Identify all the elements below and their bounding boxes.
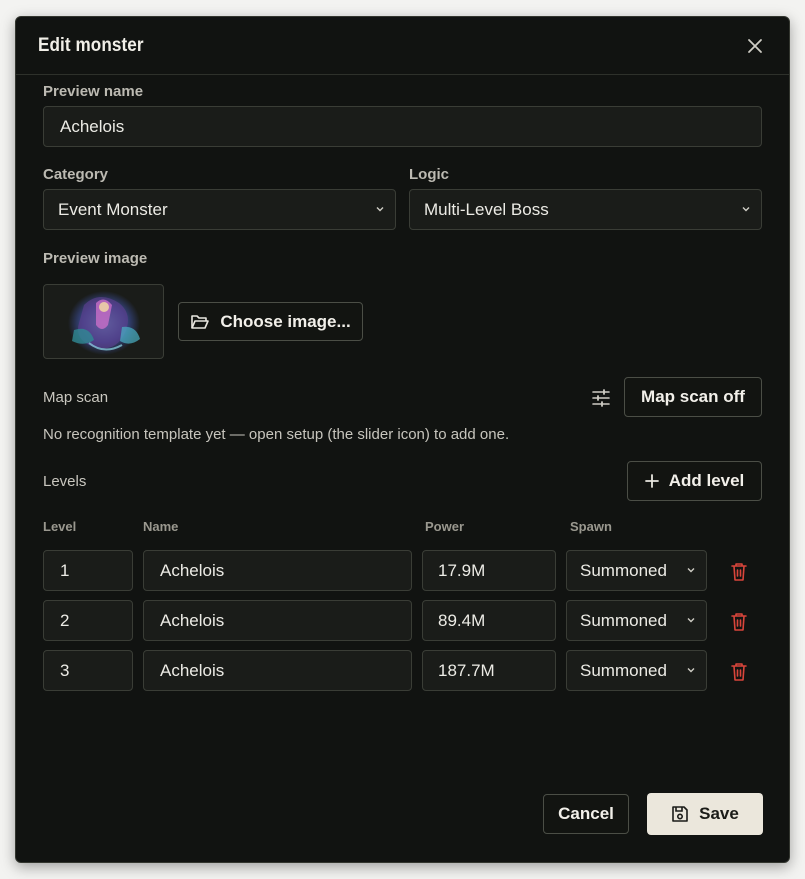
chevron-down-icon (742, 207, 750, 212)
delete-level-button[interactable] (729, 661, 749, 683)
save-label: Save (699, 804, 739, 823)
monster-image (68, 291, 140, 355)
level-power-input[interactable]: 17.9M (422, 550, 556, 591)
level-number-input[interactable]: 1 (43, 550, 133, 591)
chevron-down-icon (687, 668, 695, 673)
map-scan-label: Map scan (43, 389, 109, 406)
level-number-input[interactable]: 2 (43, 600, 133, 641)
preview-image-thumbnail (43, 284, 164, 359)
levels-label: Levels (43, 473, 87, 490)
folder-open-icon (191, 314, 210, 329)
category-label: Category (43, 166, 109, 183)
save-icon (672, 806, 688, 822)
chevron-down-icon (687, 618, 695, 623)
level-power-input[interactable]: 187.7M (422, 650, 556, 691)
level-name-input[interactable]: Achelois (143, 650, 412, 691)
category-select[interactable]: Event Monster (43, 189, 396, 230)
column-header-power: Power (425, 519, 465, 534)
add-level-label: Add level (668, 471, 745, 490)
column-header-spawn: Spawn (570, 519, 612, 534)
add-level-button[interactable]: Add level (627, 461, 762, 501)
map-scan-toggle-label: Map scan off (641, 387, 745, 406)
chevron-down-icon (687, 568, 695, 573)
preview-name-input[interactable]: Achelois (43, 106, 762, 147)
category-value: Event Monster (58, 199, 168, 219)
logic-value: Multi-Level Boss (424, 199, 549, 219)
level-power-input[interactable]: 89.4M (422, 600, 556, 641)
column-header-level: Level (43, 519, 77, 534)
close-button[interactable] (744, 35, 766, 57)
preview-image-label: Preview image (43, 250, 148, 267)
edit-monster-dialog: Edit monster Preview name Achelois Categ… (15, 16, 790, 863)
cancel-label: Cancel (558, 804, 614, 823)
cancel-button[interactable]: Cancel (543, 794, 629, 834)
map-scan-hint: No recognition template yet — open setup… (43, 426, 510, 443)
column-header-name: Name (143, 519, 179, 534)
preview-name-label: Preview name (43, 83, 144, 100)
chevron-down-icon (376, 207, 384, 212)
dialog-title: Edit monster (38, 35, 144, 56)
level-name-input[interactable]: Achelois (143, 600, 412, 641)
level-number-input[interactable]: 3 (43, 650, 133, 691)
sliders-icon (592, 389, 610, 407)
delete-level-button[interactable] (729, 611, 749, 633)
spawn-value: Summoned (580, 660, 667, 680)
level-spawn-select[interactable]: Summoned (566, 550, 707, 591)
plus-icon (644, 474, 659, 488)
logic-label: Logic (409, 166, 449, 183)
delete-level-button[interactable] (729, 561, 749, 583)
save-button[interactable]: Save (647, 793, 763, 835)
logic-select[interactable]: Multi-Level Boss (409, 189, 762, 230)
map-scan-toggle-button[interactable]: Map scan off (624, 377, 762, 417)
spawn-value: Summoned (580, 610, 667, 630)
dialog-header: Edit monster (16, 17, 789, 75)
level-spawn-select[interactable]: Summoned (566, 600, 707, 641)
spawn-value: Summoned (580, 560, 667, 580)
trash-icon (731, 613, 747, 631)
map-scan-setup-button[interactable] (590, 387, 612, 409)
level-spawn-select[interactable]: Summoned (566, 650, 707, 691)
trash-icon (731, 663, 747, 681)
choose-image-label: Choose image... (220, 311, 351, 331)
close-icon (748, 39, 762, 53)
choose-image-button[interactable]: Choose image... (178, 302, 363, 341)
level-name-input[interactable]: Achelois (143, 550, 412, 591)
trash-icon (731, 563, 747, 581)
